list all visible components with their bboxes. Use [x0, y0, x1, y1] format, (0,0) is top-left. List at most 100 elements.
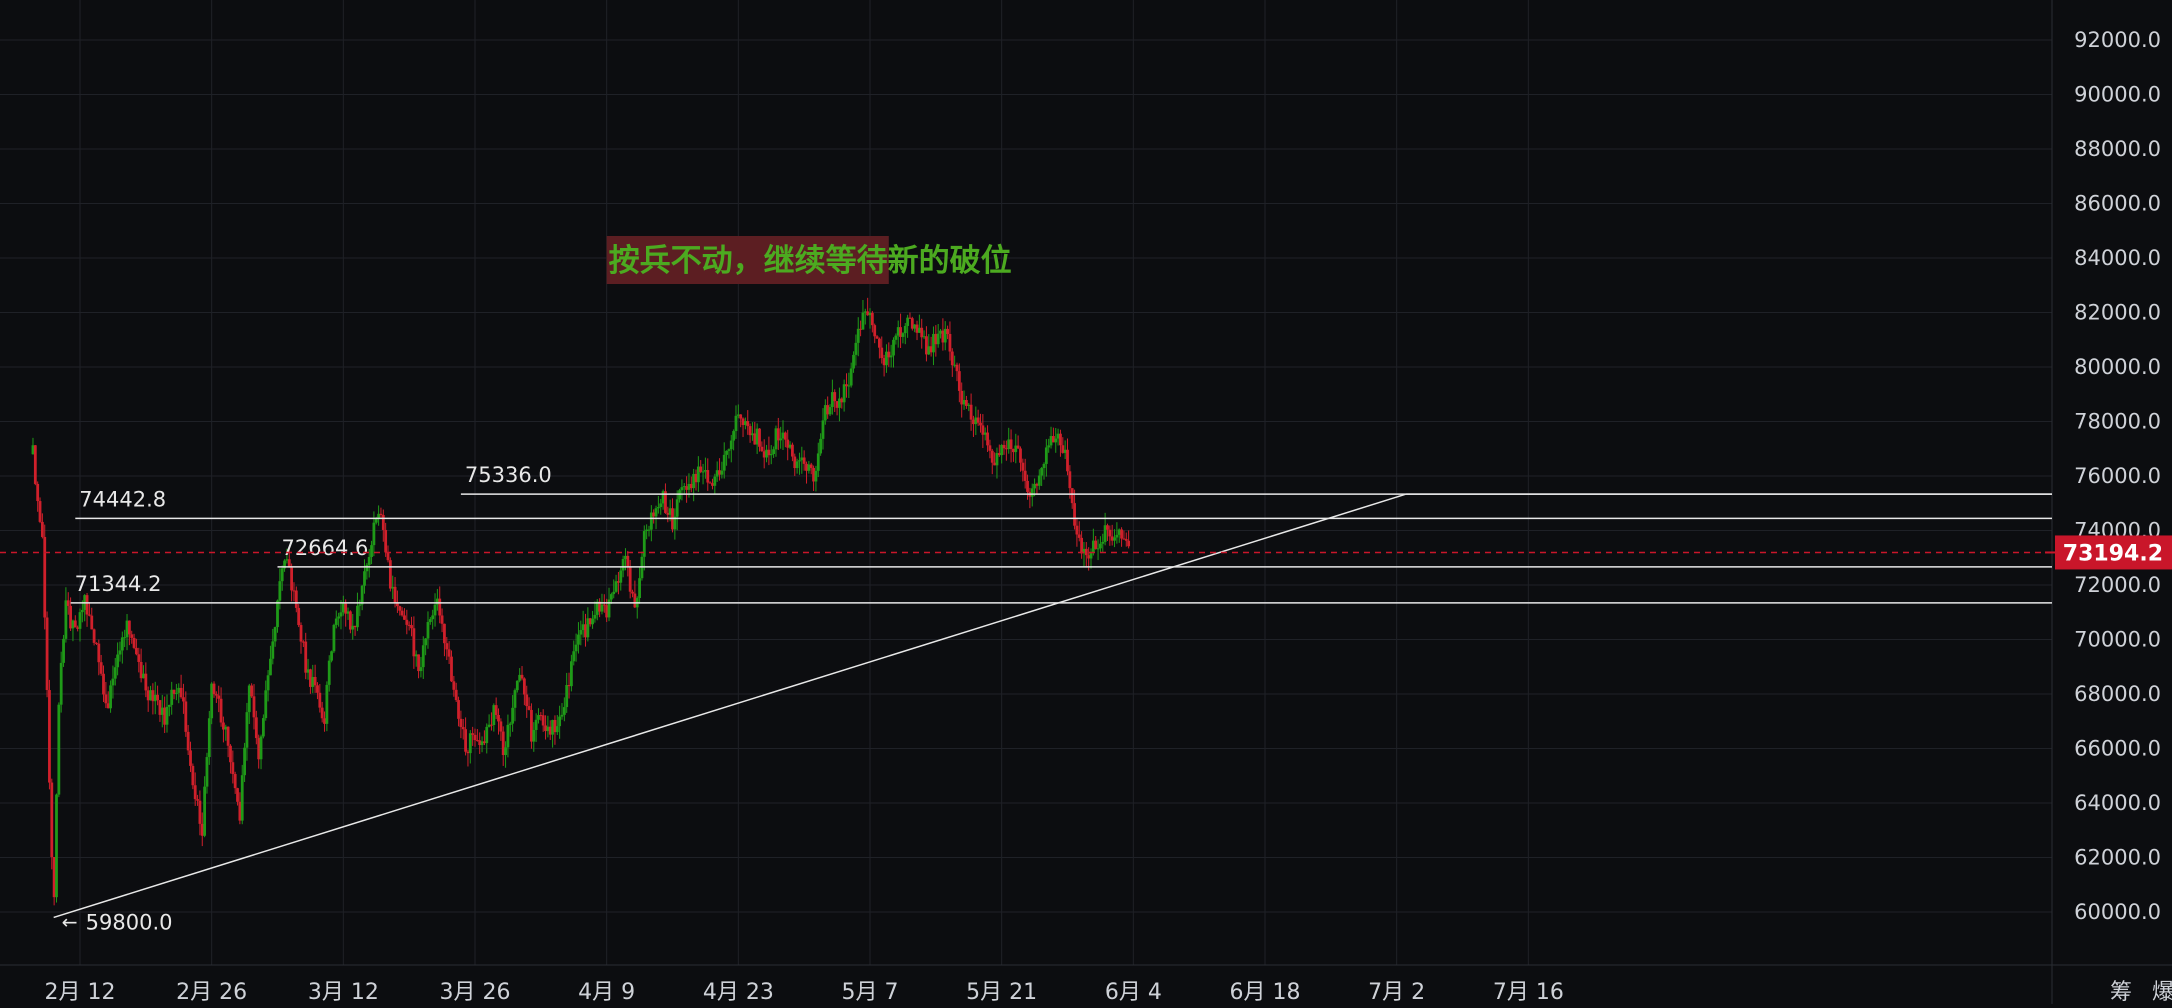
y-tick-label: 86000.0	[2074, 192, 2161, 216]
candle	[706, 470, 709, 482]
candle	[420, 667, 423, 671]
y-tick-label: 62000.0	[2074, 846, 2161, 870]
candle	[1127, 541, 1130, 547]
candle	[314, 677, 317, 685]
candle	[90, 616, 93, 630]
candle	[427, 622, 430, 639]
candle	[41, 522, 44, 537]
candle	[1097, 548, 1100, 549]
candle	[448, 649, 451, 656]
candle	[1054, 439, 1057, 443]
candle	[563, 707, 566, 715]
candle	[1085, 549, 1088, 555]
candle	[457, 700, 460, 719]
candle	[57, 705, 60, 795]
candle	[396, 603, 399, 606]
x-tick-label: 5月 7	[842, 980, 899, 1004]
candle	[892, 340, 895, 356]
candle	[1078, 534, 1081, 537]
candle	[1019, 448, 1022, 462]
candle	[1045, 447, 1048, 464]
candle	[380, 514, 383, 515]
candle	[612, 592, 615, 594]
candle	[372, 523, 375, 545]
candle	[168, 705, 171, 707]
candle	[699, 467, 702, 472]
candle	[535, 720, 538, 730]
candle	[521, 675, 524, 679]
candle	[236, 788, 239, 802]
candle	[497, 715, 500, 721]
candle	[746, 421, 749, 426]
candle	[815, 471, 818, 482]
candle	[370, 545, 373, 557]
candle	[676, 499, 679, 516]
x-tick-label: 2月 12	[45, 980, 116, 1004]
candle	[791, 445, 794, 457]
candle	[250, 685, 253, 696]
candle	[321, 708, 324, 719]
candle	[949, 334, 952, 352]
candle	[485, 727, 488, 743]
candle	[937, 334, 940, 344]
candle	[227, 727, 230, 746]
candle	[631, 592, 634, 594]
candle	[121, 637, 124, 650]
candle	[528, 706, 531, 710]
price-chart[interactable]: 75336.074442.872664.671344.2 ←59800.0 按兵…	[0, 0, 2172, 1004]
candle	[854, 343, 857, 355]
candle	[558, 717, 561, 727]
candle	[873, 325, 876, 336]
candle	[523, 679, 526, 695]
candle	[356, 606, 359, 627]
candle	[1106, 525, 1109, 530]
candle	[1066, 450, 1069, 472]
level-label: 74442.8	[79, 487, 166, 511]
candle	[64, 600, 67, 638]
candle	[203, 787, 206, 836]
candle	[880, 348, 883, 358]
candle	[394, 587, 397, 604]
candle	[894, 336, 897, 340]
candle	[991, 451, 994, 463]
candle	[577, 635, 580, 645]
candle	[365, 565, 368, 571]
candle	[507, 725, 510, 747]
candle	[1021, 463, 1024, 471]
candle	[514, 690, 517, 708]
candle	[267, 675, 270, 690]
candle	[50, 783, 53, 857]
candle	[638, 578, 641, 598]
candle	[702, 471, 705, 472]
candle	[424, 639, 427, 646]
candle	[412, 628, 415, 656]
scale-button-1[interactable]: 筹	[2110, 980, 2132, 1004]
candle	[833, 392, 836, 401]
candle	[956, 365, 959, 371]
candle	[316, 685, 319, 692]
candle	[1113, 538, 1116, 541]
candle	[318, 693, 321, 708]
candle	[1003, 445, 1006, 448]
candle	[619, 571, 622, 583]
candle	[405, 620, 408, 625]
candle	[730, 441, 733, 450]
trendline-label: 59800.0	[86, 910, 173, 934]
candle	[1031, 488, 1034, 496]
chart-background	[0, 0, 2172, 1004]
candle	[829, 407, 832, 414]
candle	[443, 624, 446, 643]
candle	[166, 707, 169, 725]
candle	[615, 581, 618, 592]
candle	[333, 625, 336, 651]
candle	[601, 604, 604, 611]
candle	[116, 655, 119, 668]
candle	[215, 694, 218, 695]
candle	[297, 608, 300, 625]
candle	[648, 530, 651, 531]
candle	[810, 464, 813, 467]
candle	[495, 705, 498, 715]
scale-button-2[interactable]: 爆	[2152, 980, 2172, 1004]
candle	[269, 659, 272, 676]
candle	[798, 460, 801, 461]
